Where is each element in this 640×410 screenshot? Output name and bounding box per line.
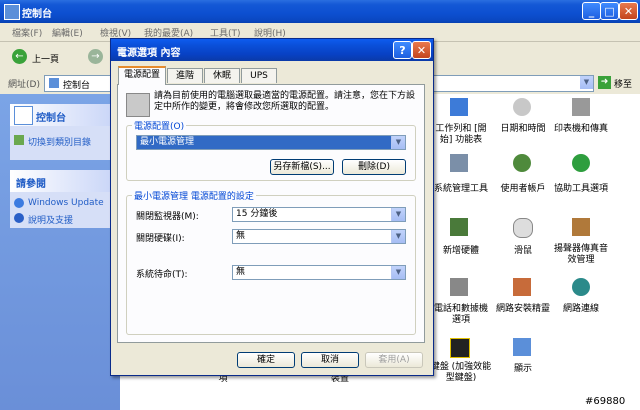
chevron-down-icon: ▼	[391, 230, 405, 243]
window-title-bar: 控制台 _ □ ✕	[0, 0, 640, 23]
network-setup-icon[interactable]	[513, 278, 531, 296]
taskbar-icon[interactable]	[450, 98, 468, 116]
tab-power-schemes[interactable]: 電源配置	[118, 66, 166, 85]
keyboard-label[interactable]: 鍵盤 (加強效能型鍵盤)	[430, 362, 492, 384]
add-hardware-icon[interactable]	[450, 218, 468, 236]
control-panel-large-icon	[14, 106, 33, 125]
switch-view-icon	[14, 135, 24, 145]
power-scheme-value: 最小電源管理	[140, 137, 195, 147]
hard-disk-off-value: 無	[236, 231, 246, 241]
printer-icon[interactable]	[572, 98, 590, 116]
network-connections-label[interactable]: 網路連線	[550, 304, 612, 315]
help-icon	[14, 213, 24, 223]
save-as-button[interactable]: 另存新檔(S)...	[270, 159, 334, 175]
dialog-title-bar: 電源選項 內容 ? ✕	[111, 39, 433, 61]
power-scheme-select[interactable]: 最小電源管理 ▼	[136, 135, 406, 150]
mouse-icon[interactable]	[513, 218, 533, 238]
dialog-title: 電源選項 內容	[117, 48, 181, 59]
control-panel-box: 控制台 切換到類別目錄	[10, 104, 120, 160]
monitor-off-label: 關閉監視器(M):	[136, 212, 199, 222]
chevron-down-icon: ▼	[391, 208, 405, 221]
task-pane: 控制台 切換到類別目錄 請參閱 Windows Update 說明及支援	[0, 94, 120, 410]
tab-ups[interactable]: UPS	[241, 68, 277, 83]
tab-panel: 請為目前使用的電腦選取最適當的電源配置。請注意，您在下方設定中所作的變更，將會修…	[117, 84, 425, 343]
keyboard-icon[interactable]	[450, 338, 470, 358]
network-setup-label[interactable]: 網路安裝精靈	[492, 304, 554, 315]
standby-value: 無	[236, 267, 246, 277]
hard-disk-off-select[interactable]: 無 ▼	[232, 229, 406, 244]
address-label: 網址(D)	[8, 80, 40, 90]
user-accounts-icon[interactable]	[513, 154, 531, 172]
sound-label[interactable]: 揚聲器傳真音效管理	[550, 244, 612, 266]
tab-advanced[interactable]: 進階	[167, 68, 203, 83]
see-also-title: 請參閱	[16, 179, 46, 190]
back-icon[interactable]: ←	[12, 49, 27, 64]
switch-to-category-link[interactable]: 切換到類別目錄	[28, 135, 91, 148]
ok-button[interactable]: 確定	[237, 352, 295, 368]
phone-modem-icon[interactable]	[450, 278, 468, 296]
minimize-button[interactable]: _	[582, 2, 601, 20]
speaker-icon[interactable]	[572, 218, 590, 236]
go-icon[interactable]: ➜	[598, 76, 611, 89]
taskbar-label[interactable]: 工作列和 [開始] 功能表	[430, 124, 492, 146]
chevron-down-icon: ▼	[391, 266, 405, 279]
control-panel-box-header: 控制台	[10, 104, 120, 126]
windows-update-link[interactable]: Windows Update	[28, 198, 104, 208]
power-icon	[126, 93, 150, 117]
tab-hibernate[interactable]: 休眠	[204, 68, 240, 83]
standby-select[interactable]: 無 ▼	[232, 265, 406, 280]
apply-button[interactable]: 套用(A)	[365, 352, 423, 368]
monitor-off-value: 15 分鐘後	[236, 209, 278, 219]
add-hardware-label[interactable]: 新增硬體	[430, 246, 492, 257]
power-options-dialog: 電源選項 內容 ? ✕ 電源配置 進階 休眠 UPS 請為目前使用的電腦選取最適…	[110, 38, 434, 376]
dialog-close-button[interactable]: ✕	[412, 41, 431, 59]
see-also-header: 請參閱	[10, 170, 120, 192]
address-value: 控制台	[63, 81, 91, 91]
network-connections-icon[interactable]	[572, 278, 590, 296]
forward-icon[interactable]: →	[88, 49, 103, 64]
cancel-button[interactable]: 取消	[301, 352, 359, 368]
control-panel-box-title: 控制台	[36, 113, 66, 124]
address-dropdown-icon[interactable]: ▼	[580, 76, 593, 89]
printers-fax-label[interactable]: 印表機和傳真	[550, 124, 612, 135]
scheme-settings-group-label: 最小電源管理 電源配置的設定	[132, 189, 256, 202]
admin-tools-icon[interactable]	[450, 154, 468, 172]
close-button[interactable]: ✕	[619, 2, 638, 20]
maximize-button[interactable]: □	[600, 2, 619, 20]
display-label[interactable]: 顯示	[492, 364, 554, 375]
hard-disk-off-label: 關閉硬碟(I):	[136, 234, 185, 244]
power-scheme-group-label: 電源配置(O)	[132, 119, 187, 132]
go-button-label[interactable]: 移至	[614, 77, 632, 90]
dialog-description: 請為目前使用的電腦選取最適當的電源配置。請注意，您在下方設定中所作的變更，將會修…	[154, 91, 416, 112]
control-panel-icon	[4, 4, 20, 20]
monitor-off-select[interactable]: 15 分鐘後 ▼	[232, 207, 406, 222]
control-panel-icon	[49, 78, 59, 88]
user-accounts-label[interactable]: 使用者帳戶	[492, 184, 554, 195]
mouse-label[interactable]: 滑鼠	[492, 246, 554, 257]
see-also-box: 請參閱 Windows Update 說明及支援	[10, 170, 120, 228]
windows-update-icon	[14, 198, 24, 208]
window-title: 控制台	[22, 9, 52, 20]
watermark: #69880	[585, 396, 626, 407]
clock-icon[interactable]	[513, 98, 531, 116]
chevron-down-icon: ▼	[391, 136, 405, 149]
help-support-link[interactable]: 說明及支援	[28, 213, 73, 226]
menu-edit[interactable]: 編輯(E)	[52, 26, 83, 39]
standby-label: 系統待命(T):	[136, 270, 188, 280]
delete-button[interactable]: 刪除(D)	[342, 159, 406, 175]
menu-file[interactable]: 檔案(F)	[12, 26, 42, 39]
date-time-label[interactable]: 日期和時間	[492, 124, 554, 135]
accessibility-icon[interactable]	[572, 154, 590, 172]
admin-tools-label[interactable]: 系統管理工具	[430, 184, 492, 195]
help-button[interactable]: ?	[393, 41, 412, 59]
back-button-label[interactable]: 上一頁	[32, 52, 59, 65]
display-icon[interactable]	[513, 338, 531, 356]
phone-modem-label[interactable]: 電話和數據機選項	[430, 304, 492, 326]
accessibility-label[interactable]: 協助工具選項	[550, 184, 612, 195]
